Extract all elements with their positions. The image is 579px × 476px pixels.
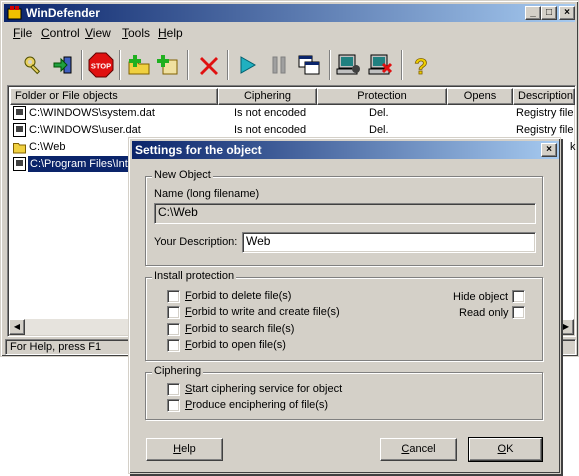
forbid-write-checkbox[interactable]: Forbid to write and create file(s) bbox=[167, 306, 397, 321]
row-object: C:\WINDOWS\user.dat bbox=[29, 124, 141, 136]
ok-button[interactable]: OK bbox=[468, 437, 543, 462]
checkbox-box[interactable] bbox=[167, 306, 180, 319]
add-folder-icon[interactable] bbox=[125, 48, 153, 82]
close-button[interactable]: × bbox=[559, 6, 575, 20]
column-header-description[interactable]: Description bbox=[513, 88, 575, 105]
cancel-button[interactable]: Cancel bbox=[380, 438, 457, 461]
new-object-group-title: New Object bbox=[152, 169, 213, 181]
delete-icon[interactable] bbox=[195, 48, 223, 82]
description-label: Your Description: bbox=[154, 236, 238, 248]
column-header-ciphering[interactable]: Ciphering bbox=[218, 88, 317, 105]
menu-control[interactable]: Control bbox=[41, 26, 80, 40]
column-header-opens[interactable]: Opens bbox=[447, 88, 513, 105]
row-object: C:\Program Files\Inte bbox=[28, 156, 136, 172]
row-object: C:\WINDOWS\system.dat bbox=[29, 107, 155, 119]
column-header-objects[interactable]: Folder or File objects bbox=[10, 88, 218, 105]
svg-text:?: ? bbox=[414, 54, 427, 77]
settings-dialog: Settings for the object × New Object Nam… bbox=[128, 137, 561, 474]
folder-icon bbox=[13, 143, 26, 154]
computer-settings-icon[interactable] bbox=[335, 48, 363, 82]
file-icon bbox=[13, 123, 26, 137]
checkbox-box[interactable] bbox=[167, 339, 180, 352]
forbid-open-checkbox[interactable]: Forbid to open file(s) bbox=[167, 339, 397, 354]
row-object: C:\Web bbox=[29, 141, 66, 153]
row-protection: Del. bbox=[369, 124, 389, 136]
row-protection: Del. bbox=[369, 107, 389, 119]
checkbox-box[interactable] bbox=[167, 290, 180, 303]
forbid-search-checkbox[interactable]: Forbid to search file(s) bbox=[167, 323, 397, 338]
file-icon bbox=[13, 157, 26, 171]
dialog-title: Settings for the object bbox=[135, 143, 262, 157]
column-header-protection[interactable]: Protection bbox=[317, 88, 447, 105]
row-ciphering: Is not encoded bbox=[234, 124, 307, 136]
name-field: C:\Web bbox=[154, 203, 536, 224]
checkbox-box[interactable] bbox=[167, 323, 180, 336]
stop-icon[interactable]: STOP bbox=[87, 48, 115, 82]
forbid-delete-checkbox[interactable]: Forbid to delete file(s) bbox=[167, 290, 397, 305]
app-title: WinDefender bbox=[26, 6, 100, 20]
ciphering-group-title: Ciphering bbox=[152, 365, 204, 377]
list-header: Folder or File objects Ciphering Protect… bbox=[10, 88, 575, 105]
hide-object-label: Hide object bbox=[453, 291, 509, 303]
help-icon[interactable]: ? bbox=[407, 48, 435, 82]
toolbar: STOP ? bbox=[5, 46, 576, 86]
description-input[interactable]: Web bbox=[242, 232, 536, 253]
row-description: Registry file bbox=[516, 124, 574, 136]
minimize-button[interactable]: _ bbox=[525, 6, 541, 20]
table-row[interactable]: C:\WINDOWS\system.dat Is not encoded Del… bbox=[10, 105, 575, 122]
hide-object-checkbox[interactable] bbox=[512, 290, 525, 303]
menu-tools[interactable]: Tools bbox=[122, 26, 150, 40]
row-ciphering: Is not encoded bbox=[234, 107, 307, 119]
name-label: Name (long filename) bbox=[154, 188, 260, 200]
checkbox-box[interactable] bbox=[167, 383, 180, 396]
login-icon[interactable] bbox=[49, 48, 77, 82]
dialog-close-icon[interactable]: × bbox=[541, 143, 557, 157]
menu-file[interactable]: File bbox=[13, 26, 32, 40]
install-protection-group-title: Install protection bbox=[152, 270, 237, 282]
keys-icon[interactable] bbox=[19, 48, 47, 82]
produce-enciphering-checkbox[interactable]: Produce enciphering of file(s) bbox=[167, 399, 397, 414]
file-icon bbox=[13, 106, 26, 120]
menu-help[interactable]: Help bbox=[158, 26, 183, 40]
checkbox-box[interactable] bbox=[167, 399, 180, 412]
dialog-title-bar[interactable]: Settings for the object × bbox=[132, 141, 559, 159]
add-file-icon[interactable] bbox=[155, 48, 183, 82]
app-icon[interactable] bbox=[7, 5, 22, 20]
menu-view[interactable]: View bbox=[85, 26, 111, 40]
row-description: Registry file bbox=[516, 107, 574, 119]
computer-delete-icon[interactable] bbox=[367, 48, 395, 82]
row-description: k bbox=[570, 141, 576, 153]
start-ciphering-checkbox[interactable]: Start ciphering service for object bbox=[167, 383, 397, 398]
read-only-label: Read only bbox=[459, 307, 509, 319]
pause-icon[interactable] bbox=[265, 48, 293, 82]
main-title-bar[interactable]: WinDefender _ □ × bbox=[4, 4, 575, 22]
play-icon[interactable] bbox=[233, 48, 261, 82]
maximize-button[interactable]: □ bbox=[541, 6, 557, 20]
scroll-left-arrow-icon[interactable]: ◀ bbox=[9, 319, 25, 335]
read-only-checkbox[interactable] bbox=[512, 306, 525, 319]
svg-text:STOP: STOP bbox=[91, 62, 111, 71]
windows-icon[interactable] bbox=[295, 48, 323, 82]
help-button[interactable]: Help bbox=[146, 438, 223, 461]
